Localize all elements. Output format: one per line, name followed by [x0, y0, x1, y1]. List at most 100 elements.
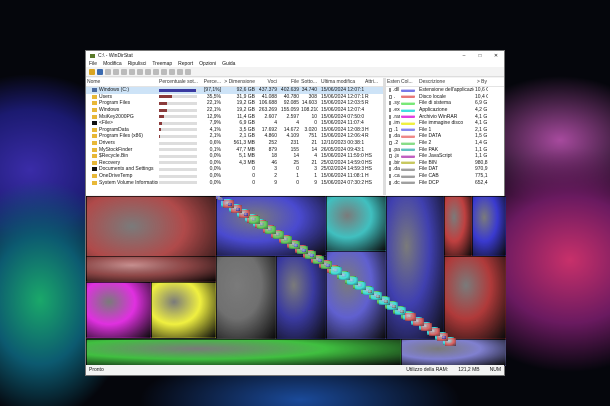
tree-row[interactable]: Program Files (x86) 2,1% 2,1 GB 4.860 4.109 7…	[86, 133, 383, 140]
extension-row[interactable]: .rar Archivio WinRAR 4,1 G	[386, 113, 504, 120]
column-header[interactable]: Descrizione	[418, 79, 474, 85]
treemap-cell[interactable]	[442, 336, 446, 339]
extension-row[interactable]: .sys File di sistema 6,9 G	[386, 100, 504, 107]
tree-row[interactable]: Drivers 0,6% 561,3 MB 252 231 21 12/10/2023 00…	[86, 140, 383, 147]
menu-treemap[interactable]: Treemap	[152, 61, 172, 67]
treemap-cell[interactable]	[228, 203, 232, 206]
column-header[interactable]: Perce...	[200, 79, 222, 85]
treemap-block[interactable]	[86, 256, 216, 282]
zoom-out-icon[interactable]	[177, 69, 183, 75]
treemap[interactable]	[86, 196, 506, 366]
extension-row[interactable]: .data File DATA 1,5 G	[386, 133, 504, 140]
menu-opzioni[interactable]: Opzioni	[199, 61, 216, 67]
save-icon[interactable]	[97, 69, 103, 75]
treemap-cell[interactable]	[302, 249, 306, 252]
tree-row[interactable]: Users 35,5% 31,9 GB 41.088 40.780 308 15/06/20…	[86, 94, 383, 101]
column-header[interactable]: File	[278, 79, 300, 85]
tree-row[interactable]: OneDriveTemp 0,0% 0 2 1 1 15/06/2024 11:08:15 H	[86, 173, 383, 180]
extension-row[interactable]: .exe Applicazione 4,2 G	[386, 107, 504, 114]
extension-row[interactable]: .img File immagine disco 4,1 G	[386, 120, 504, 127]
treemap-cell[interactable]	[400, 310, 404, 313]
minimize-button[interactable]: –	[456, 53, 472, 59]
cell-mod: 25/02/2024 14:59:34	[321, 166, 364, 173]
menu-report[interactable]: Report	[178, 61, 193, 67]
extension-list[interactable]: Estensi...Col...Descrizione> By .dllEste…	[386, 78, 504, 195]
column-header[interactable]: > Dimensione	[222, 79, 256, 85]
treemap-cell[interactable]	[384, 300, 388, 303]
tree-row[interactable]: MyStockFinder 0,1% 47,7 MB 879 155 14 26/05/20…	[86, 146, 383, 153]
explorer-icon[interactable]	[121, 69, 127, 75]
treemap-block[interactable]	[216, 256, 276, 339]
treemap-block[interactable]	[151, 282, 216, 338]
delete-permanent-icon[interactable]	[153, 69, 159, 75]
treemap-block[interactable]	[86, 339, 401, 366]
menu-modifica[interactable]: Modifica	[103, 61, 122, 67]
treemap-cell[interactable]	[405, 313, 416, 321]
treemap-cell[interactable]	[220, 198, 224, 201]
treemap-cell[interactable]	[249, 216, 260, 224]
extension-row[interactable]: .dll Estensione dell'applicazione10,6 G	[386, 87, 504, 94]
cmd-icon[interactable]	[129, 69, 135, 75]
directory-tree[interactable]: Nome Percentuale sot... Perce... > Dimensio…	[86, 78, 386, 195]
ext-cell: .cab	[386, 173, 400, 179]
extension-row[interactable]: .1 File 1 2,1 G	[386, 127, 504, 134]
column-header[interactable]: Attri...	[364, 79, 378, 85]
treemap-cell[interactable]	[376, 295, 380, 298]
column-header[interactable]: Sotto...	[300, 79, 318, 85]
treemap-cell[interactable]	[326, 264, 330, 267]
extension-row[interactable]: .js File JavaScript 1,1 G	[386, 153, 504, 160]
column-header[interactable]: Voci	[256, 79, 278, 85]
column-header[interactable]: > By	[474, 79, 488, 85]
treemap-cell[interactable]	[331, 267, 342, 275]
extension-row[interactable]: .dat File DAT 970,9 M	[386, 166, 504, 173]
tree-row[interactable]: ProgramData 4,1% 3,5 GB 17.692 14.672 3.020 15…	[86, 127, 383, 134]
cell-pct: 0,0%	[209, 179, 221, 186]
menu-file[interactable]: File	[89, 61, 97, 67]
treemap-cell[interactable]	[244, 213, 248, 216]
menu-ripulisci[interactable]: Ripulisci	[128, 61, 147, 67]
treemap-cell[interactable]	[294, 244, 298, 247]
column-header[interactable]: Nome	[86, 79, 158, 85]
copy-icon[interactable]	[113, 69, 119, 75]
column-header[interactable]: Percentuale sot...	[158, 79, 200, 85]
treemap-cell[interactable]	[392, 305, 396, 308]
tree-row[interactable]: MsiKey2000PG 12,9% 11,4 GB 2.607 2.597 10 15/0…	[86, 113, 383, 120]
treemap-block[interactable]	[444, 196, 472, 256]
menu-guida[interactable]: Guida	[222, 61, 235, 67]
treemap-block[interactable]	[86, 282, 151, 338]
column-header[interactable]: Col...	[400, 79, 418, 85]
treemap-block[interactable]	[444, 256, 506, 339]
extension-row[interactable]: .dcp File DCP 652,4 M	[386, 179, 504, 186]
treemap-cell[interactable]	[368, 290, 372, 293]
treemap-cell[interactable]	[318, 259, 322, 262]
close-button[interactable]: ✕	[488, 53, 504, 59]
tree-row[interactable]: System Volume Information 0,0% 0 9 0 9 15/06/2…	[86, 179, 383, 186]
extension-row[interactable]: .2 File 2 1,4 G	[386, 140, 504, 147]
treemap-cell[interactable]	[310, 254, 314, 257]
undo-icon[interactable]	[137, 69, 143, 75]
column-header[interactable]: Ultima modifica	[318, 79, 364, 85]
tree-row[interactable]: Recovery 0,0% 4,3 MB 46 25 21 25/02/2024 14:59…	[86, 160, 383, 167]
extension-row[interactable]: .cab File CAB 775,1 M	[386, 173, 504, 180]
extension-row[interactable]: . Disco locale 10,4 G	[386, 94, 504, 101]
tree-row[interactable]: Windows 22,1% 19,2 GB 263.269 155.059 108.210…	[86, 107, 383, 114]
tree-row[interactable]: Documents and Settings 0,0% 0 3 0 3 25/02/2024…	[86, 166, 383, 173]
extension-row[interactable]: .pak File PAK 1,1 G	[386, 146, 504, 153]
tree-row[interactable]: $Recycle.Bin 0,0% 5,1 MB 18 14 4 15/06/2024 11…	[86, 153, 383, 160]
treemap-cell[interactable]	[236, 208, 240, 211]
properties-icon[interactable]	[161, 69, 167, 75]
refresh-icon[interactable]	[105, 69, 111, 75]
help-icon[interactable]	[185, 69, 191, 75]
treemap-block[interactable]	[472, 196, 506, 256]
tree-row[interactable]: Windows (C:) [97,1%] 92,6 GB 437.379 402.639…	[86, 87, 383, 94]
open-icon[interactable]	[89, 69, 95, 75]
maximize-button[interactable]: □	[472, 53, 488, 59]
extension-row[interactable]: .bin File BIN 980,8 M	[386, 160, 504, 167]
treemap-block[interactable]	[276, 256, 326, 339]
tree-row[interactable]: Program Files 22,1% 19,2 GB 106.688 92.085 14…	[86, 100, 383, 107]
treemap-block[interactable]	[326, 196, 386, 251]
column-header[interactable]: Estensi...	[386, 79, 400, 85]
delete-icon[interactable]	[145, 69, 151, 75]
zoom-in-icon[interactable]	[169, 69, 175, 75]
tree-row[interactable]: <File> 7,9% 6,9 GB 4 4 0 15/06/2024 11:07:42	[86, 120, 383, 127]
